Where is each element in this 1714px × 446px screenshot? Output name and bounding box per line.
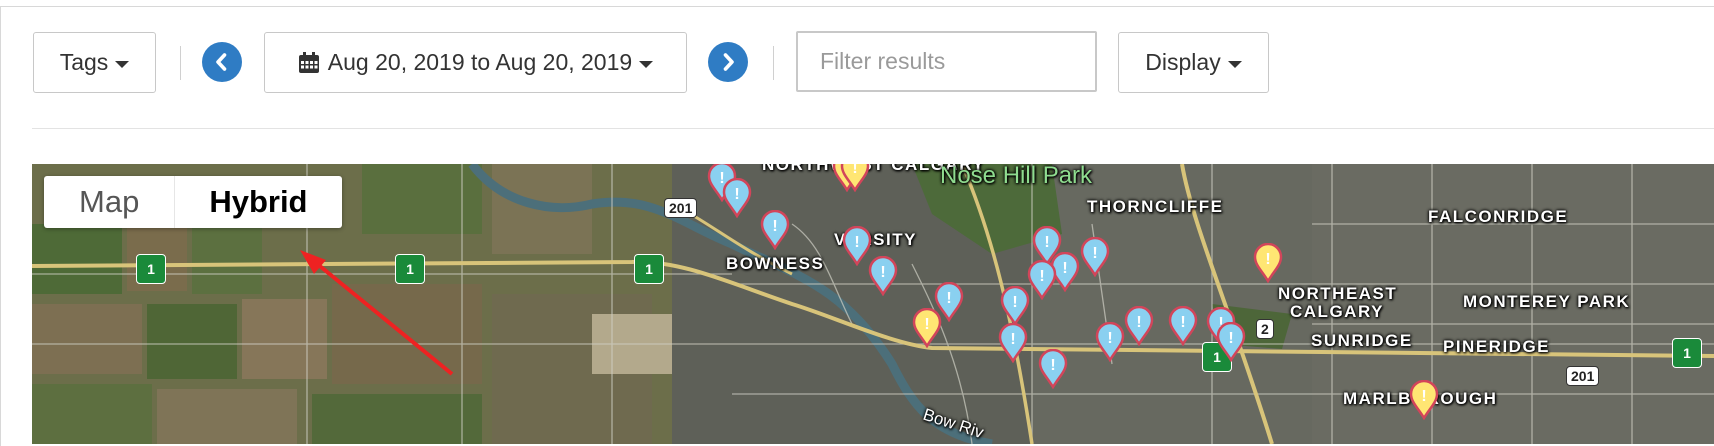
- calendar-icon: [298, 51, 319, 73]
- svg-text:!: !: [1421, 388, 1426, 405]
- map-label-sunridge: SUNRIDGE: [1311, 331, 1413, 350]
- svg-text:!: !: [854, 234, 859, 251]
- svg-text:!: !: [1062, 260, 1067, 277]
- toolbar-separator: [180, 46, 181, 80]
- svg-text:!: !: [852, 164, 857, 177]
- tags-dropdown-button[interactable]: Tags: [33, 32, 156, 93]
- incident-pin-blue[interactable]: !: [1080, 237, 1110, 277]
- caret-down-icon: [115, 60, 130, 68]
- svg-text:!: !: [734, 186, 739, 203]
- map-label-monterey-park: MONTEREY PARK: [1463, 292, 1631, 311]
- svg-text:!: !: [1136, 314, 1141, 331]
- svg-text:!: !: [1180, 314, 1185, 331]
- incident-pin-yellow[interactable]: !: [1253, 243, 1283, 283]
- route-2-shield: 2: [1256, 319, 1274, 339]
- previous-date-button[interactable]: [202, 42, 242, 82]
- chevron-left-icon: [216, 53, 227, 71]
- map-label-nose-hill-park: Nose Hill Park: [940, 164, 1093, 189]
- map-label-pineridge: PINERIDGE: [1443, 337, 1551, 356]
- date-range-dropdown-button[interactable]: Aug 20, 2019 to Aug 20, 2019: [264, 32, 687, 93]
- map-label-northeast: NORTHEAST: [1278, 284, 1398, 303]
- svg-text:!: !: [946, 290, 951, 307]
- incident-pin-blue[interactable]: !: [1027, 260, 1057, 300]
- chevron-right-icon: [723, 53, 734, 71]
- svg-text:!: !: [1039, 268, 1044, 285]
- toolbar-divider: [32, 128, 1714, 129]
- next-date-button[interactable]: [708, 42, 748, 82]
- date-range-label: Aug 20, 2019 to Aug 20, 2019: [327, 49, 633, 75]
- map-label-calgary: CALGARY: [1290, 302, 1384, 321]
- incident-pin-yellow[interactable]: !: [840, 164, 870, 192]
- map-view[interactable]: Map Hybrid NORTHWEST CALGARY Nose Hill P…: [32, 164, 1714, 444]
- caret-down-icon: [639, 60, 654, 68]
- route-201-shield: 201: [1566, 366, 1600, 386]
- incident-pin-blue[interactable]: !: [1124, 306, 1154, 346]
- incident-pin-blue[interactable]: !: [1168, 306, 1198, 346]
- tags-label: Tags: [59, 49, 109, 75]
- svg-text:!: !: [924, 316, 929, 333]
- toolbar-separator: [773, 46, 774, 80]
- map-type-map[interactable]: Map: [44, 176, 176, 228]
- trans-canada-highway-marker: 1: [1672, 338, 1702, 368]
- trans-canada-highway-marker: 1: [136, 254, 166, 284]
- display-label: Display: [1145, 49, 1221, 75]
- svg-text:!: !: [1265, 251, 1270, 268]
- incident-pin-blue[interactable]: !: [998, 323, 1028, 363]
- map-label-thorncliffe: THORNCLIFFE: [1087, 197, 1224, 216]
- svg-text:!: !: [1044, 234, 1049, 251]
- svg-text:!: !: [1010, 331, 1015, 348]
- incident-pin-blue[interactable]: !: [760, 210, 790, 250]
- map-type-control: Map Hybrid: [44, 176, 342, 228]
- route-201-shield: 201: [664, 198, 698, 218]
- svg-text:!: !: [1107, 330, 1112, 347]
- incident-pin-blue[interactable]: !: [1038, 349, 1068, 389]
- svg-text:!: !: [1228, 330, 1233, 347]
- svg-text:!: !: [880, 264, 885, 281]
- svg-text:!: !: [772, 218, 777, 235]
- map-label-bowness: BOWNESS: [726, 254, 825, 273]
- display-dropdown-button[interactable]: Display: [1118, 32, 1269, 93]
- trans-canada-highway-marker: 1: [395, 254, 425, 284]
- svg-text:!: !: [1050, 357, 1055, 374]
- filter-results-input[interactable]: [796, 31, 1097, 92]
- map-type-hybrid[interactable]: Hybrid: [175, 176, 341, 228]
- svg-text:!: !: [1012, 294, 1017, 311]
- trans-canada-highway-marker: 1: [634, 254, 664, 284]
- incident-pin-yellow[interactable]: !: [912, 308, 942, 348]
- incident-pin-blue[interactable]: !: [868, 256, 898, 296]
- incident-pin-yellow[interactable]: !: [1409, 380, 1439, 420]
- incident-pin-blue[interactable]: !: [1216, 322, 1246, 362]
- svg-text:!: !: [1092, 245, 1097, 262]
- incident-pin-blue[interactable]: !: [1000, 286, 1030, 326]
- caret-down-icon: [1227, 60, 1242, 68]
- map-label-falconridge: FALCONRIDGE: [1428, 207, 1569, 226]
- incident-pin-blue[interactable]: !: [722, 178, 752, 218]
- incident-pin-blue[interactable]: !: [1095, 322, 1125, 362]
